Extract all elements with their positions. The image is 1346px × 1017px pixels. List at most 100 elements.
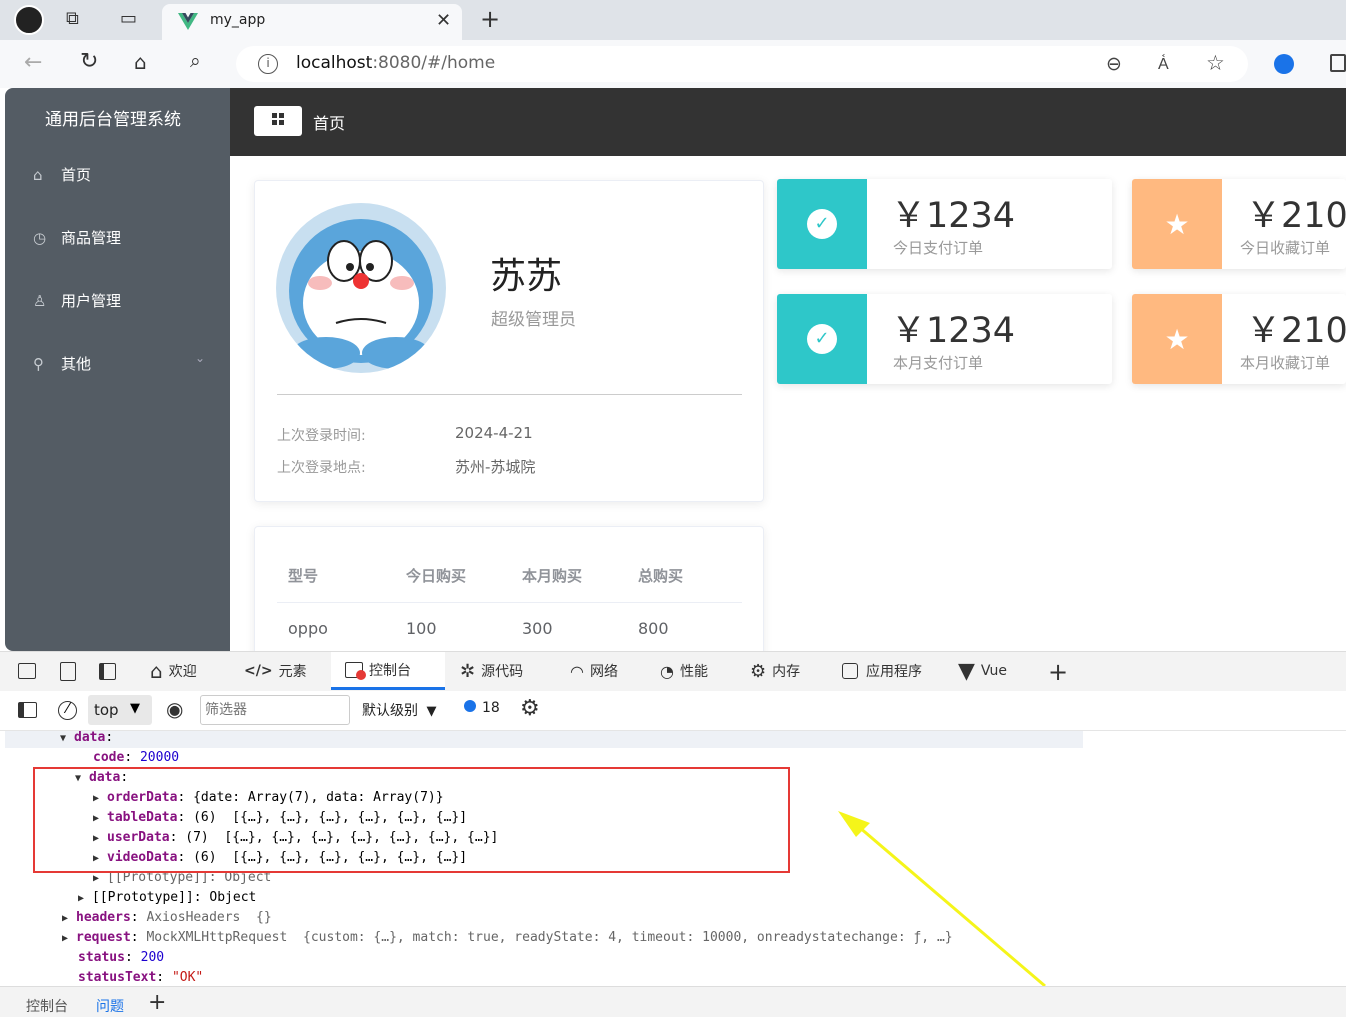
table-header-cell: 总购买 — [638, 567, 684, 585]
zoom-icon[interactable]: ⊖ — [1106, 53, 1122, 75]
devtools-tab-label: 应用程序 — [866, 664, 922, 680]
stat-icon-box: ✓ — [777, 179, 867, 269]
table-row: oppo 100 300 800 — [277, 604, 742, 654]
close-tab-icon[interactable]: ✕ — [436, 10, 451, 31]
devtools-tab-label: 内存 — [772, 664, 801, 680]
sidebar: 通用后台管理系统 ⌂ 首页 ◷ 商品管理 ♙ 用户管理 ⚲ 其他 ⌄ — [5, 88, 230, 651]
url-rest: :8080/#/home — [372, 53, 496, 73]
stat-icon-box: ✓ — [777, 294, 867, 384]
message-count-badge[interactable]: 18 — [464, 700, 500, 716]
devtools-tab-performance[interactable]: ◔ 性能 — [660, 652, 708, 690]
console-settings-gear-icon[interactable]: ⚙ — [520, 696, 540, 721]
chip-icon: ⚙ — [750, 660, 767, 682]
message-icon — [464, 700, 476, 712]
console-line: status: 200 — [78, 950, 165, 965]
log-level-select[interactable]: 默认级别 ▼ — [362, 700, 436, 720]
home-icon[interactable]: ⌂ — [134, 52, 147, 72]
reload-icon[interactable]: ↻ — [80, 51, 98, 73]
devtools-tab-label: 网络 — [589, 664, 618, 680]
star-icon: ★ — [1164, 207, 1190, 241]
workspaces-icon[interactable]: ⧉ — [66, 10, 79, 28]
drawer-tab-issues[interactable]: 问题 — [96, 996, 124, 1016]
console-line: code: 20000 — [93, 750, 180, 765]
devtools-tab-application[interactable]: 应用程序 — [842, 652, 922, 690]
table-cell: 100 — [406, 619, 437, 638]
success-icon: ✓ — [807, 209, 837, 239]
devtools-tab-memory[interactable]: ⚙ 内存 — [750, 652, 800, 690]
annotation-highlight-box — [33, 767, 790, 873]
console-line[interactable]: ▶ headers: AxiosHeaders {} — [62, 908, 272, 928]
console-line: statusText: "OK" — [78, 970, 204, 985]
browser-tab-my-app[interactable]: my_app ✕ — [162, 4, 462, 40]
table-header-cell: 今日购买 — [406, 567, 467, 585]
log-level-value: 默认级别 — [362, 703, 418, 719]
console-filter-input[interactable] — [200, 695, 350, 725]
devtools-drawer-bar: 控制台 问题 + — [0, 986, 1346, 1017]
table-cell: 300 — [522, 619, 553, 638]
clear-console-icon[interactable]: ⁄ — [58, 701, 77, 720]
breadcrumb[interactable]: 首页 — [313, 110, 345, 134]
devtools-tab-label: 性能 — [679, 664, 708, 680]
collapsed-triangle-icon: ▶ — [78, 893, 85, 904]
read-aloud-icon[interactable]: A᷾ — [1158, 54, 1169, 74]
favorite-star-icon[interactable]: ☆ — [1206, 51, 1225, 75]
more-tools-icon[interactable]: + — [1048, 658, 1068, 686]
console-line[interactable]: ▼ data: — [60, 728, 113, 748]
collapsed-triangle-icon: ▶ — [62, 913, 69, 924]
sidebar-toggle-icon[interactable] — [1330, 54, 1346, 72]
chevron-down-icon: ⌄ — [195, 351, 206, 365]
divider — [277, 394, 742, 395]
user-name: 苏苏 — [490, 256, 563, 297]
home-icon: ⌂ — [150, 659, 163, 683]
back-icon[interactable]: ← — [24, 52, 42, 74]
device-emulation-icon[interactable] — [60, 662, 76, 681]
collapse-menu-button[interactable] — [254, 106, 302, 136]
menu-item-users[interactable]: ♙ 用户管理 — [5, 274, 230, 330]
context-select[interactable]: top ▼ — [88, 695, 152, 725]
video-play-icon: ◷ — [33, 229, 47, 247]
stat-card-today-fav: ★ ￥210 今日收藏订单 — [1132, 179, 1346, 269]
stat-value: ￥210 — [1246, 311, 1346, 351]
menu-item-label: 首页 — [61, 166, 92, 184]
devtools-tab-elements[interactable]: </> 元素 — [244, 652, 307, 690]
table-cell: 800 — [638, 619, 669, 638]
address-bar[interactable]: i localhost:8080/#/home ⊖ A᷾ ☆ — [236, 46, 1248, 82]
tab-actions-icon[interactable]: ▭ — [120, 10, 137, 28]
stat-label: 本月收藏订单 — [1240, 354, 1331, 372]
menu-item-label: 用户管理 — [61, 292, 122, 310]
menu-item-goods[interactable]: ◷ 商品管理 — [5, 211, 230, 267]
location-icon: ⚲ — [33, 355, 44, 373]
site-info-icon[interactable]: i — [258, 54, 278, 74]
console-line[interactable]: ▶ [[Prototype]]: Object — [78, 888, 256, 908]
success-icon: ✓ — [807, 324, 837, 354]
expanded-triangle-icon: ▼ — [60, 733, 67, 744]
devtools-tab-network[interactable]: ◠ 网络 — [570, 652, 618, 690]
drawer-tab-console[interactable]: 控制台 — [26, 996, 68, 1016]
message-count: 18 — [482, 700, 500, 716]
devtools-tab-sources[interactable]: ✲ 源代码 — [460, 652, 523, 690]
table-cell: oppo — [288, 619, 328, 638]
menu-item-label: 其他 — [61, 355, 92, 373]
url-text[interactable]: localhost:8080/#/home — [296, 53, 495, 73]
devtools-tab-vue[interactable]: ▼ Vue — [958, 652, 1007, 690]
dock-side-icon[interactable] — [99, 663, 116, 680]
inspect-element-icon[interactable] — [18, 663, 36, 679]
vue-icon: ▼ — [958, 658, 975, 684]
menu-item-home[interactable]: ⌂ 首页 — [5, 148, 230, 204]
add-drawer-tab-icon[interactable]: + — [148, 990, 166, 1015]
devtools-tab-console[interactable]: 控制台 — [331, 652, 445, 690]
stat-value: ￥1234 — [891, 196, 1016, 236]
profile-avatar[interactable] — [14, 5, 44, 35]
new-tab-icon[interactable]: + — [480, 7, 500, 31]
console-icon — [345, 661, 366, 680]
stat-card-month-paid: ✓ ￥1234 本月支付订单 — [777, 294, 1112, 384]
live-expression-eye-icon[interactable]: ◉ — [166, 697, 183, 721]
code-icon: </> — [244, 663, 273, 679]
app-header: 首页 — [230, 88, 1346, 156]
devtools-tab-welcome[interactable]: ⌂ 欢迎 — [150, 652, 197, 690]
search-icon[interactable]: ⌕ — [190, 52, 201, 71]
extension-icon[interactable] — [1274, 54, 1294, 74]
devtools-tab-label: 欢迎 — [168, 664, 197, 680]
console-sidebar-icon[interactable] — [18, 702, 37, 718]
menu-item-other[interactable]: ⚲ 其他 ⌄ — [5, 337, 230, 393]
